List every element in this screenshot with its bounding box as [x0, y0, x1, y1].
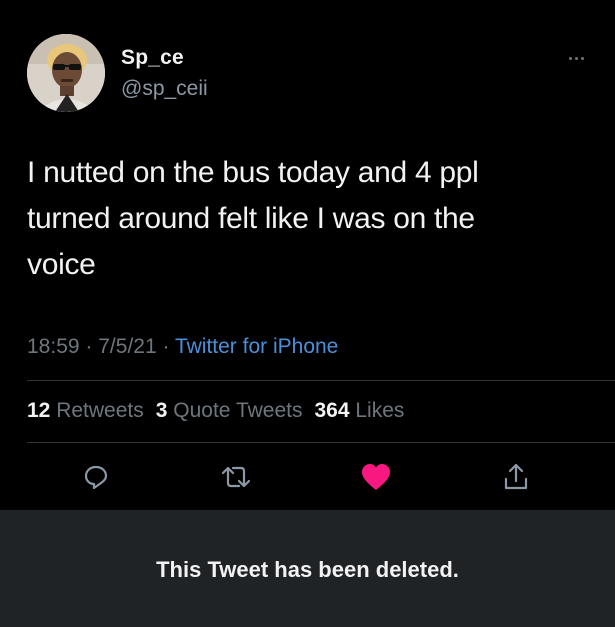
divider	[27, 442, 615, 443]
avatar[interactable]	[27, 34, 105, 112]
more-dot	[568, 56, 572, 60]
user-handle[interactable]: @sp_ceii	[121, 77, 208, 101]
like-button[interactable]	[359, 460, 393, 494]
retweet-button[interactable]	[219, 460, 253, 494]
share-button[interactable]	[499, 460, 533, 494]
share-icon	[504, 463, 528, 490]
meta-separator: ·	[85, 335, 93, 358]
retweets-count: 12	[27, 399, 51, 422]
quote-tweets-stat[interactable]: 3 Quote Tweets	[156, 399, 303, 422]
likes-label: Likes	[355, 399, 405, 422]
retweet-icon	[221, 466, 251, 488]
tweet-time[interactable]: 18:59	[27, 335, 80, 358]
reply-button[interactable]	[79, 460, 113, 494]
likes-count: 364	[314, 399, 350, 422]
more-dot	[580, 56, 584, 60]
quote-tweets-count: 3	[155, 399, 168, 422]
more-dot	[574, 56, 578, 60]
reply-icon	[84, 465, 108, 490]
more-options-icon[interactable]	[561, 48, 591, 68]
tweet-text-line: I nutted on the bus today and 4 ppl	[27, 156, 479, 189]
deleted-banner-text: This Tweet has been deleted.	[156, 557, 459, 582]
divider	[27, 380, 615, 381]
tweet-card: Sp_ce @sp_ceii I nutted on the bus today…	[0, 0, 615, 510]
meta-separator: ·	[162, 335, 170, 358]
tweet-date[interactable]: 7/5/21	[98, 335, 156, 358]
quote-tweets-label: Quote Tweets	[173, 399, 303, 422]
tweet-text-line: turned around felt like I was on the	[27, 202, 475, 235]
tweet-source-link[interactable]: Twitter for iPhone	[175, 335, 338, 358]
retweets-stat[interactable]: 12 Retweets	[27, 399, 144, 422]
tweet-text: I nutted on the bus today and 4 ppl turn…	[27, 150, 587, 288]
tweet-meta: 18:59 · 7/5/21 · Twitter for iPhone	[27, 335, 338, 359]
heart-icon	[362, 464, 390, 490]
tweet-text-line: voice	[27, 248, 96, 281]
retweets-label: Retweets	[56, 399, 144, 422]
avatar-image	[27, 34, 105, 112]
display-name[interactable]: Sp_ce	[121, 46, 184, 70]
likes-stat[interactable]: 364 Likes	[314, 399, 404, 422]
tweet-stats: 12 Retweets 3 Quote Tweets 364 Likes	[27, 399, 404, 423]
